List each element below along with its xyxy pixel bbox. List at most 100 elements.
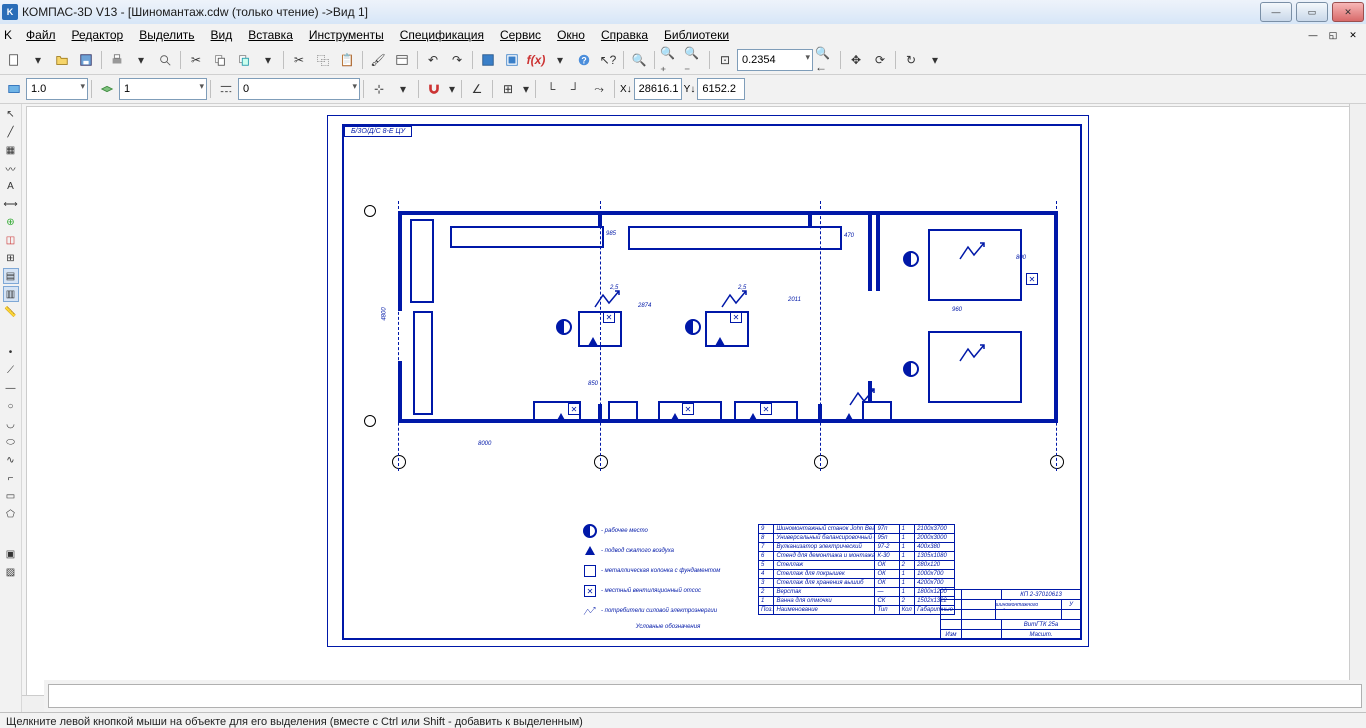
grid-icon[interactable]: ⊞ — [497, 78, 519, 100]
zoom-window-icon[interactable]: 🔍 — [628, 49, 650, 71]
spline-tool-icon[interactable]: 〰 — [3, 160, 19, 176]
undo-icon[interactable]: ↶ — [422, 49, 444, 71]
bezier-tool-icon[interactable]: ∿ — [3, 452, 19, 468]
ellipse-tool-icon[interactable]: ⬭ — [3, 434, 19, 450]
menu-edit[interactable]: Редактор — [64, 26, 132, 44]
hatch-fill-icon[interactable]: ▨ — [3, 564, 19, 580]
status-bar: Щелкните левой кнопкой мыши на объекте д… — [0, 712, 1366, 728]
drawing-canvas[interactable]: Б/3О/Д/С 8-Е ЦУ — [26, 106, 1350, 696]
brush-icon[interactable]: 🖌 — [367, 49, 389, 71]
ortho-icon[interactable]: └ — [540, 78, 562, 100]
linestyle-icon[interactable] — [215, 78, 237, 100]
menu-help[interactable]: Справка — [593, 26, 656, 44]
menu-insert[interactable]: Вставка — [240, 26, 301, 44]
paste-drop-icon[interactable]: ▾ — [257, 49, 279, 71]
menu-view[interactable]: Вид — [203, 26, 241, 44]
style-combo[interactable]: 0 — [238, 78, 360, 100]
polygon-tool-icon[interactable]: ⬠ — [3, 506, 19, 522]
menu-libs[interactable]: Библиотеки — [656, 26, 737, 44]
zoom-out-icon[interactable]: 🔍₋ — [683, 49, 705, 71]
minimize-button[interactable]: — — [1260, 2, 1292, 22]
text-tool-icon[interactable]: A — [3, 178, 19, 194]
scrollbar-vertical[interactable] — [1349, 104, 1366, 696]
cursor-icon[interactable]: ↖? — [597, 49, 619, 71]
mdi-minimize[interactable]: — — [1304, 28, 1322, 42]
pan-icon[interactable]: ✥ — [845, 49, 867, 71]
regen-icon[interactable]: ↻ — [900, 49, 922, 71]
fx-icon[interactable]: f(x) — [525, 49, 547, 71]
round-icon[interactable]: ┘ — [564, 78, 586, 100]
save-icon[interactable] — [75, 49, 97, 71]
open-icon[interactable] — [51, 49, 73, 71]
block-tool-icon[interactable]: ◫ — [3, 232, 19, 248]
regen-drop-icon[interactable]: ▾ — [924, 49, 946, 71]
axis-tool-icon[interactable]: ⊕ — [3, 214, 19, 230]
line-tool-icon[interactable]: ╱ — [3, 124, 19, 140]
zoom-fit-icon[interactable]: ⊡ — [714, 49, 736, 71]
paste-icon[interactable]: 📋 — [336, 49, 358, 71]
x-coord-field[interactable] — [634, 78, 682, 100]
rotate-icon[interactable]: ⟳ — [869, 49, 891, 71]
redo-icon[interactable]: ↷ — [446, 49, 468, 71]
circle-tool-icon[interactable]: ○ — [3, 398, 19, 414]
preview-icon[interactable] — [154, 49, 176, 71]
spec-tool-icon[interactable]: ▤ — [3, 268, 19, 284]
menu-service[interactable]: Сервис — [492, 26, 549, 44]
print-icon[interactable] — [106, 49, 128, 71]
select-tool-icon[interactable]: ▣ — [3, 546, 19, 562]
dim-tool-icon[interactable]: ⟷ — [3, 196, 19, 212]
mdi-restore[interactable]: ◱ — [1324, 28, 1342, 42]
zoom-field[interactable]: 0.2354 — [737, 49, 813, 71]
mdi-close[interactable]: ✕ — [1344, 28, 1362, 42]
angle-icon[interactable]: ∠ — [466, 78, 488, 100]
chamfer-tool-icon[interactable]: ⌐ — [3, 470, 19, 486]
menu-spec[interactable]: Спецификация — [392, 26, 492, 44]
hatch-tool-icon[interactable]: ▦ — [3, 142, 19, 158]
cut-icon[interactable]: ✂ — [185, 49, 207, 71]
cut2-icon[interactable]: ✂ — [288, 49, 310, 71]
tangent-icon[interactable]: ⤳ — [588, 78, 610, 100]
views-icon[interactable] — [501, 49, 523, 71]
new-drop-icon[interactable]: ▾ — [27, 49, 49, 71]
zoom-prev-icon[interactable]: 🔍← — [814, 49, 836, 71]
y-coord-field[interactable] — [697, 78, 745, 100]
zoom-in-icon[interactable]: 🔍₊ — [659, 49, 681, 71]
layer-combo[interactable]: 1 — [119, 78, 207, 100]
left-toolbox: ↖ ╱ ▦ 〰 A ⟷ ⊕ ◫ ⊞ ▤ ▥ 📏 • ⟋ — ○ ◡ ⬭ ∿ ⌐ … — [0, 104, 22, 712]
snap-drop-icon[interactable]: ▾ — [392, 78, 414, 100]
aux-line-icon[interactable]: ⟋ — [3, 362, 19, 378]
measure-tool-icon[interactable]: 📏 — [3, 304, 19, 320]
segment-tool-icon[interactable]: — — [3, 380, 19, 396]
table-tool-icon[interactable]: ⊞ — [3, 250, 19, 266]
help-icon[interactable]: ? — [573, 49, 595, 71]
drawing-tag: Б/3О/Д/С 8-Е ЦУ — [344, 126, 412, 137]
spec-item-icon[interactable] — [233, 49, 255, 71]
magnet-drop-icon[interactable]: ▾ — [447, 78, 457, 100]
layers-icon[interactable] — [477, 49, 499, 71]
copy2-icon[interactable]: ⿻ — [312, 49, 334, 71]
cursor-tool-icon[interactable]: ↖ — [3, 106, 19, 122]
arc-tool-icon[interactable]: ◡ — [3, 416, 19, 432]
rect-tool-icon[interactable]: ▭ — [3, 488, 19, 504]
magnet-icon[interactable] — [423, 78, 445, 100]
print-drop-icon[interactable]: ▾ — [130, 49, 152, 71]
snap-icon[interactable]: ⊹ — [368, 78, 390, 100]
menu-window[interactable]: Окно — [549, 26, 593, 44]
new-icon[interactable] — [3, 49, 25, 71]
menu-file[interactable]: Файл — [18, 26, 64, 44]
x-label: X↓ — [620, 84, 632, 95]
copy-icon[interactable] — [209, 49, 231, 71]
layerset-icon[interactable] — [96, 78, 118, 100]
close-button[interactable]: ✕ — [1332, 2, 1364, 22]
point-tool-icon[interactable]: • — [3, 344, 19, 360]
menu-tools[interactable]: Инструменты — [301, 26, 392, 44]
command-input[interactable] — [48, 684, 1362, 708]
layer-current-icon[interactable] — [3, 78, 25, 100]
menu-select[interactable]: Выделить — [131, 26, 202, 44]
vars-drop-icon[interactable]: ▾ — [549, 49, 571, 71]
grid-drop-icon[interactable]: ▾ — [521, 78, 531, 100]
report-tool-icon[interactable]: ▥ — [3, 286, 19, 302]
thickness-combo[interactable]: 1.0 — [26, 78, 88, 100]
maximize-button[interactable]: ▭ — [1296, 2, 1328, 22]
properties-icon[interactable] — [391, 49, 413, 71]
